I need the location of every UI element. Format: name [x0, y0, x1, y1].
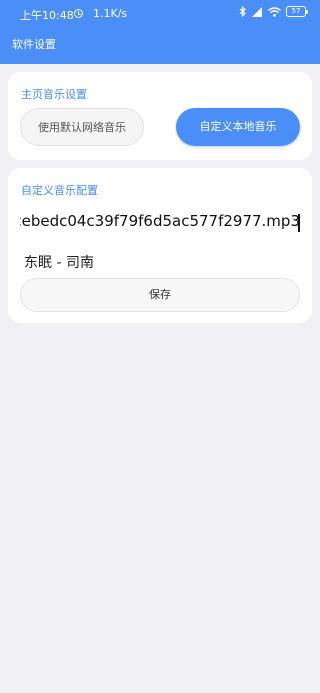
custom-music-title: 自定义音乐配置 [21, 184, 98, 197]
use-default-music-button[interactable]: 使用默认网络音乐 [20, 108, 144, 146]
custom-local-music-button[interactable]: 自定义本地音乐 [176, 108, 300, 146]
status-bar: 上午10:48 1.1K/s 57 [0, 0, 320, 26]
custom-music-card: 自定义音乐配置 e15cebedc04c39f79f6d5ac577f2977.… [8, 168, 312, 323]
save-button[interactable]: 保存 [20, 278, 300, 312]
status-icons: 57 [239, 6, 308, 17]
network-speed: 1.1K/s [93, 7, 128, 20]
home-music-title: 主页音乐设置 [21, 88, 87, 101]
bluetooth-icon [239, 6, 246, 17]
alarm-icon [74, 9, 83, 18]
page-title: 软件设置 [12, 38, 56, 51]
music-file-input[interactable]: e15cebedc04c39f79f6d5ac577f2977.mp3 [20, 212, 300, 236]
home-music-card: 主页音乐设置 使用默认网络音乐 自定义本地音乐 [8, 72, 312, 160]
status-time: 上午10:48 [20, 9, 74, 22]
signal-icon [252, 6, 262, 17]
song-name: 东眠 - 司南 [24, 255, 94, 271]
app-header: 上午10:48 1.1K/s 57 软件设置 [0, 0, 320, 64]
music-file-value: e15cebedc04c39f79f6d5ac577f2977.mp3 [20, 212, 300, 230]
wifi-icon [268, 6, 281, 17]
battery-icon: 57 [286, 6, 308, 17]
text-cursor [298, 214, 300, 232]
